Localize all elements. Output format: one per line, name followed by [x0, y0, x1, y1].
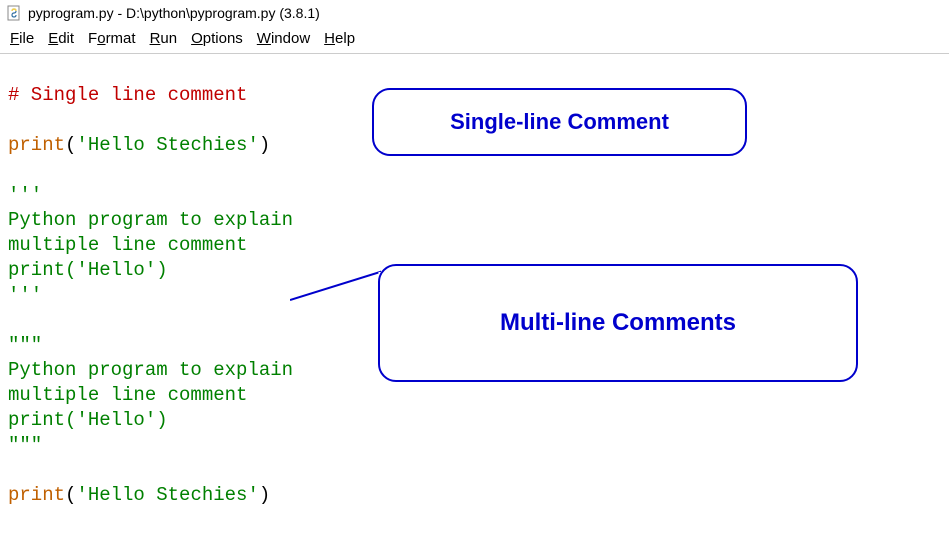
menu-file[interactable]: File — [10, 30, 34, 47]
code-docstring-line: print('Hello') — [8, 409, 168, 431]
code-call: print — [8, 484, 65, 506]
menu-edit[interactable]: Edit — [48, 30, 74, 47]
code-docstring-line: Python program to explain — [8, 209, 293, 231]
code-comment: # Single line comment — [8, 84, 247, 106]
code-docstring-line: multiple line comment — [8, 234, 247, 256]
code-docstring-line: multiple line comment — [8, 384, 247, 406]
menu-format[interactable]: Format — [88, 30, 136, 47]
code-docstring-line: print('Hello') — [8, 259, 168, 281]
window-title: pyprogram.py - D:\python\pyprogram.py (3… — [28, 5, 320, 21]
code-docstring-close: """ — [8, 434, 42, 456]
code-docstring-open: ''' — [8, 184, 42, 206]
annotation-label: Multi-line Comments — [500, 309, 736, 337]
menu-window[interactable]: Window — [257, 30, 310, 47]
code-string: 'Hello Stechies' — [76, 484, 258, 506]
code-docstring-open: """ — [8, 334, 42, 356]
code-string: 'Hello Stechies' — [76, 134, 258, 156]
menubar: File Edit Format Run Options Window Help — [0, 26, 949, 54]
python-file-icon — [6, 5, 22, 21]
annotation-label: Single-line Comment — [450, 109, 669, 135]
code-paren: ( — [65, 134, 76, 156]
code-paren: ) — [259, 134, 270, 156]
window-titlebar: pyprogram.py - D:\python\pyprogram.py (3… — [0, 0, 949, 26]
menu-help[interactable]: Help — [324, 30, 355, 47]
menu-run[interactable]: Run — [150, 30, 178, 47]
code-call: print — [8, 134, 65, 156]
menu-options[interactable]: Options — [191, 30, 243, 47]
annotation-multi-line: Multi-line Comments — [378, 264, 858, 382]
code-docstring-line: Python program to explain — [8, 359, 293, 381]
code-paren: ( — [65, 484, 76, 506]
annotation-single-line: Single-line Comment — [372, 88, 747, 156]
code-docstring-close: ''' — [8, 284, 42, 306]
code-paren: ) — [259, 484, 270, 506]
